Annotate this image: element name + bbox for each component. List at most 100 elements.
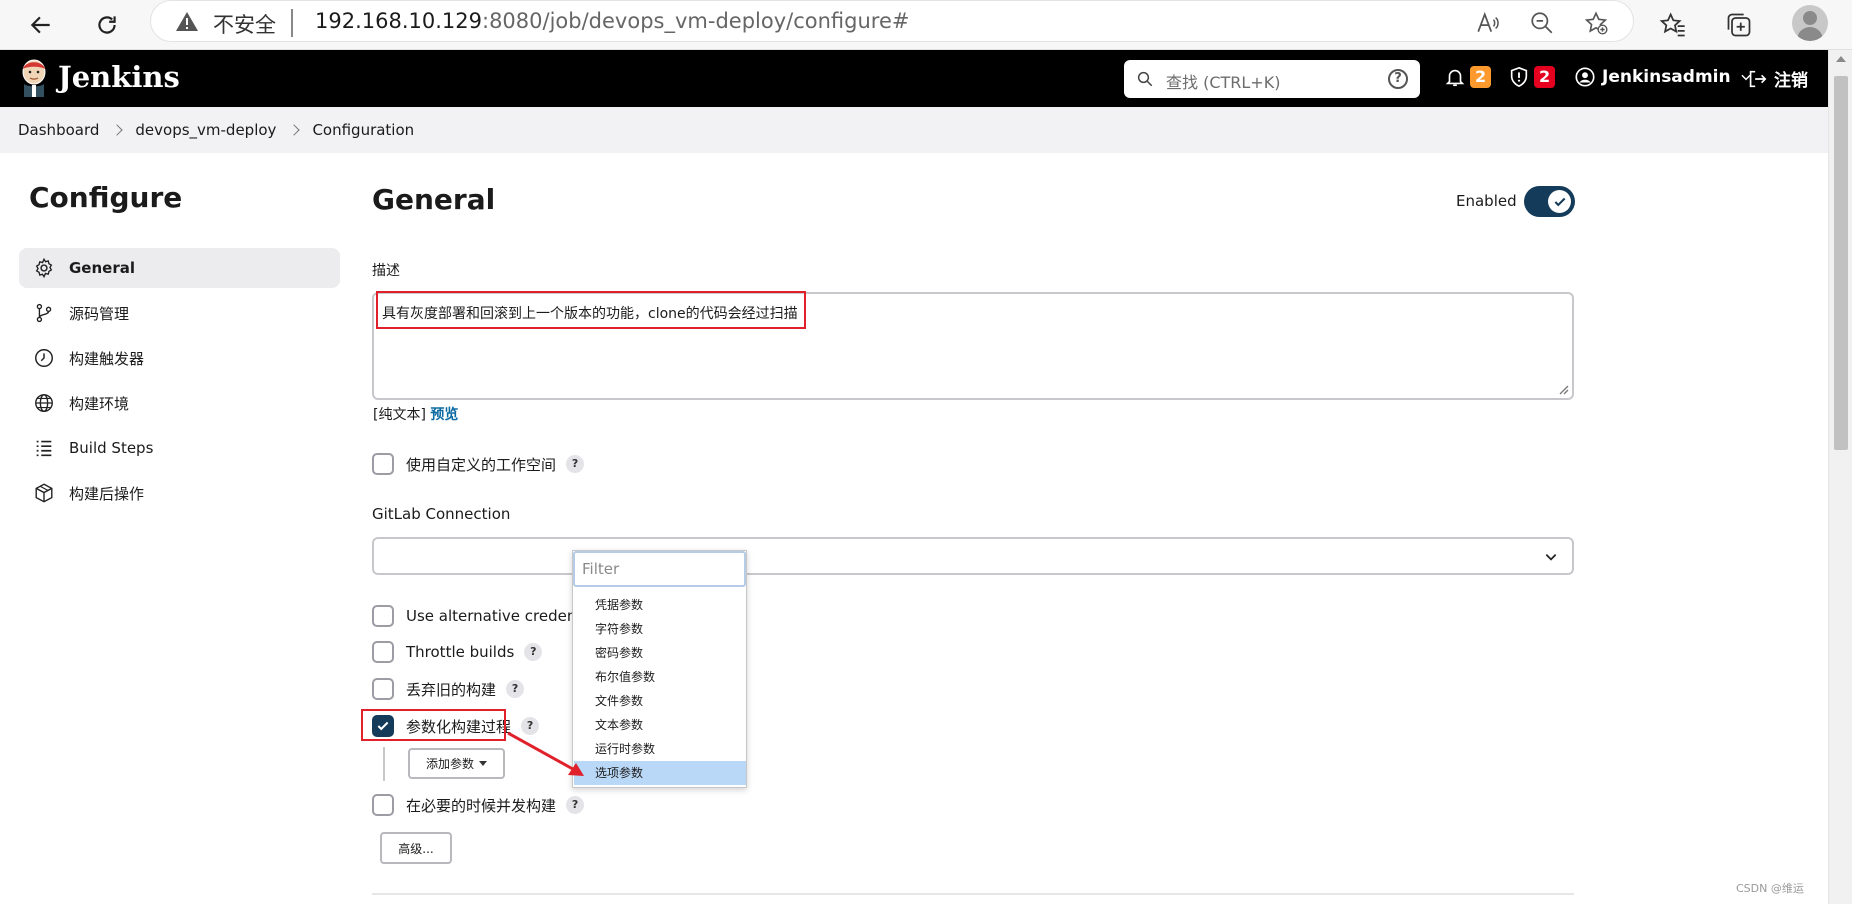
sidebar-item-label: 构建后操作 bbox=[69, 484, 145, 503]
sidebar-item-label: 构建触发器 bbox=[69, 349, 145, 368]
list-icon bbox=[36, 440, 52, 457]
back-button[interactable] bbox=[22, 6, 60, 44]
notifications-button[interactable]: 2 bbox=[1444, 66, 1492, 88]
scroll-up-arrow[interactable] bbox=[1836, 56, 1846, 62]
help-icon[interactable]: ? bbox=[524, 643, 543, 661]
favorites-button[interactable] bbox=[1654, 6, 1692, 44]
advanced-button[interactable]: 高级... bbox=[380, 832, 452, 864]
description-format: [纯文本] 预览 bbox=[373, 404, 458, 424]
popup-item-credentials[interactable]: 凭据参数 bbox=[574, 593, 746, 617]
breadcrumb-job[interactable]: devops_vm-deploy bbox=[135, 121, 276, 139]
shield-icon bbox=[1510, 66, 1528, 88]
section-title: General bbox=[372, 183, 496, 216]
alt-credential-label: Use alternative credential bbox=[406, 607, 600, 625]
alt-credential-row: Use alternative credential bbox=[372, 604, 600, 628]
popup-item-password[interactable]: 密码参数 bbox=[574, 641, 746, 665]
check-icon bbox=[1554, 197, 1565, 206]
notifications-badge: 2 bbox=[1470, 66, 1492, 88]
throttle-builds-checkbox[interactable] bbox=[372, 641, 394, 663]
add-parameter-button[interactable]: 添加参数 bbox=[408, 748, 505, 779]
search-icon bbox=[1137, 71, 1153, 87]
popup-item-boolean[interactable]: 布尔值参数 bbox=[574, 665, 746, 689]
concurrent-label: 在必要的时候并发构建 bbox=[406, 796, 557, 815]
concurrent-checkbox[interactable] bbox=[372, 794, 394, 816]
logout-button[interactable]: 注销 bbox=[1746, 66, 1808, 91]
gitlab-connection-select[interactable] bbox=[372, 537, 1574, 575]
enabled-label: Enabled bbox=[1456, 192, 1517, 210]
search-help-icon[interactable]: ? bbox=[1388, 69, 1408, 89]
sidebar-item-label: Build Steps bbox=[69, 439, 154, 457]
breadcrumb-dashboard[interactable]: Dashboard bbox=[18, 121, 99, 139]
section-divider bbox=[372, 893, 1574, 895]
zoom-button[interactable] bbox=[1527, 8, 1557, 38]
parameter-type-popup: Filter 凭据参数 字符参数 密码参数 布尔值参数 文件参数 文本参数 运行… bbox=[572, 550, 747, 788]
sidebar-item-source-control[interactable]: 源码管理 bbox=[19, 293, 340, 333]
address-separator bbox=[291, 9, 293, 37]
profile-avatar[interactable] bbox=[1792, 5, 1828, 41]
preview-link[interactable]: 预览 bbox=[430, 407, 458, 423]
security-button[interactable]: 2 bbox=[1508, 66, 1556, 88]
sidebar-item-general[interactable]: General bbox=[19, 248, 340, 288]
sidebar-item-label: General bbox=[69, 259, 135, 277]
insecure-label: 不安全 bbox=[213, 13, 276, 37]
enabled-toggle[interactable] bbox=[1524, 186, 1575, 217]
custom-workspace-row: 使用自定义的工作空间 ? bbox=[372, 452, 585, 476]
breadcrumb-configuration[interactable]: Configuration bbox=[312, 121, 414, 139]
popup-item-text[interactable]: 文本参数 bbox=[574, 713, 746, 737]
popup-filter-input[interactable]: Filter bbox=[573, 551, 746, 587]
sidebar-item-post-build[interactable]: 构建后操作 bbox=[19, 473, 340, 513]
scroll-thumb[interactable] bbox=[1834, 76, 1848, 450]
throttle-builds-row: Throttle builds ? bbox=[372, 640, 543, 664]
sidebar-item-label: 构建环境 bbox=[69, 394, 130, 413]
url-text: 192.168.10.129:8080/job/devops_vm-deploy… bbox=[315, 9, 909, 33]
sidebar-item-triggers[interactable]: 构建触发器 bbox=[19, 338, 340, 378]
read-aloud-button[interactable] bbox=[1473, 8, 1503, 38]
discard-old-label: 丢弃旧的构建 bbox=[406, 680, 497, 699]
plain-text-label: [纯文本] bbox=[373, 407, 426, 423]
add-favorite-button[interactable] bbox=[1581, 8, 1611, 38]
reload-icon bbox=[98, 16, 116, 34]
popup-item-file[interactable]: 文件参数 bbox=[574, 689, 746, 713]
reload-button[interactable] bbox=[88, 6, 126, 44]
help-icon[interactable]: ? bbox=[566, 455, 585, 473]
sidebar-item-label: 源码管理 bbox=[69, 304, 130, 323]
branch-icon bbox=[36, 303, 52, 323]
page-scrollbar[interactable] bbox=[1828, 50, 1852, 904]
back-arrow-icon bbox=[30, 16, 50, 34]
security-badge: 2 bbox=[1534, 66, 1556, 88]
annotation-box-description bbox=[376, 291, 806, 329]
search-box[interactable]: 查找 (CTRL+K) ? bbox=[1124, 60, 1420, 98]
alt-credential-checkbox[interactable] bbox=[372, 605, 394, 627]
discard-old-row: 丢弃旧的构建 ? bbox=[372, 677, 525, 701]
sidebar-item-environment[interactable]: 构建环境 bbox=[19, 383, 340, 423]
breadcrumb-separator bbox=[111, 124, 124, 136]
collections-button[interactable] bbox=[1720, 6, 1758, 44]
popup-item-run[interactable]: 运行时参数 bbox=[574, 737, 746, 761]
jenkins-logo-icon[interactable] bbox=[18, 57, 50, 97]
custom-workspace-checkbox[interactable] bbox=[372, 453, 394, 475]
help-icon[interactable]: ? bbox=[506, 680, 525, 698]
popup-item-string[interactable]: 字符参数 bbox=[574, 617, 746, 641]
caret-down-icon bbox=[479, 761, 487, 766]
address-bar[interactable]: 不安全 192.168.10.129:8080/job/devops_vm-de… bbox=[150, 0, 1634, 42]
popup-item-choice[interactable]: 选项参数 bbox=[574, 761, 746, 785]
throttle-builds-label: Throttle builds bbox=[406, 643, 515, 661]
annotation-box-parameterized bbox=[361, 709, 506, 741]
gitlab-connection-label: GitLab Connection bbox=[372, 505, 511, 523]
breadcrumb: Dashboard devops_vm-deploy Configuration bbox=[0, 107, 1828, 153]
jenkins-title[interactable]: Jenkins bbox=[58, 60, 180, 94]
help-icon[interactable]: ? bbox=[566, 796, 585, 814]
jenkins-header: Jenkins 查找 (CTRL+K) ? 2 2 Jenkinsadmin 注… bbox=[0, 50, 1828, 107]
user-name: Jenkinsadmin bbox=[1602, 67, 1731, 87]
read-aloud-icon bbox=[1477, 11, 1499, 32]
nested-indent-line bbox=[383, 747, 385, 781]
watermark: CSDN @维运 bbox=[1736, 882, 1804, 895]
discard-old-checkbox[interactable] bbox=[372, 678, 394, 700]
toggle-knob bbox=[1548, 190, 1571, 213]
sidebar-item-build-steps[interactable]: Build Steps bbox=[19, 428, 340, 468]
browser-toolbar: 不安全 192.168.10.129:8080/job/devops_vm-de… bbox=[0, 0, 1852, 50]
globe-icon bbox=[35, 394, 53, 412]
resize-handle-icon[interactable] bbox=[1557, 383, 1569, 395]
cube-icon bbox=[35, 483, 53, 503]
user-menu[interactable]: Jenkinsadmin bbox=[1574, 66, 1753, 88]
